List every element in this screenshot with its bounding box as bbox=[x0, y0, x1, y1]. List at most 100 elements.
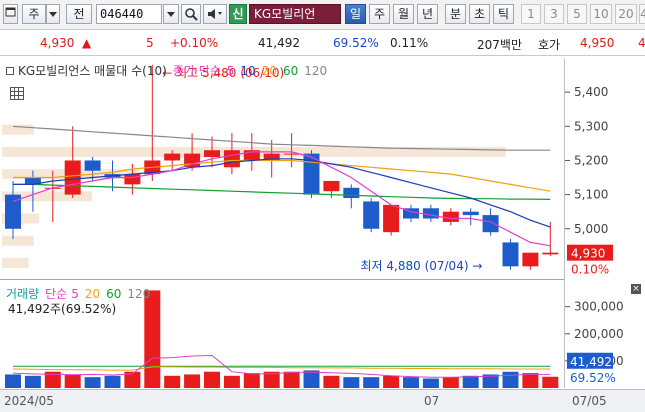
date-axis: 2024/05 07 07/05 bbox=[0, 389, 645, 412]
interval-button-1[interactable]: 1 bbox=[521, 4, 541, 24]
window-icon[interactable] bbox=[3, 4, 18, 24]
period-tab-tick[interactable]: 틱 bbox=[493, 4, 514, 24]
candle-body bbox=[363, 201, 380, 229]
chevron-down-icon bbox=[49, 12, 57, 17]
volume-bar bbox=[323, 375, 340, 388]
volume-bar bbox=[204, 371, 220, 388]
volume-axis-scale: 300,000200,000100,00041,49269.52% bbox=[565, 300, 624, 385]
code-dropdown-button[interactable] bbox=[163, 4, 179, 24]
date-label-mid: 07 bbox=[424, 394, 440, 408]
interval-button-3[interactable]: 3 bbox=[544, 4, 564, 24]
ma10-legend: 10 bbox=[240, 64, 256, 78]
jeon-button[interactable]: 전 bbox=[66, 4, 92, 24]
interval-button-20[interactable]: 20 bbox=[615, 4, 637, 24]
hoga-extra: 4 bbox=[638, 36, 645, 50]
search-button[interactable] bbox=[181, 4, 201, 24]
interval-button-more[interactable]: 4 bbox=[639, 4, 645, 24]
vol-ma5-legend: 5 bbox=[71, 287, 79, 301]
candle-body bbox=[84, 160, 101, 171]
market-dropdown-button[interactable] bbox=[46, 4, 60, 24]
candle-body bbox=[542, 252, 559, 255]
current-volume-pct: 69.52% bbox=[570, 371, 616, 385]
up-arrow-icon: ▲ bbox=[82, 36, 92, 50]
price-change-pct: +0.10% bbox=[170, 36, 219, 50]
vol-ma20-legend: 20 bbox=[84, 287, 101, 301]
turnover-ratio: 0.11% bbox=[390, 36, 429, 50]
candle-body bbox=[124, 174, 141, 185]
vol-ma-label: 단순 bbox=[45, 287, 68, 301]
volume-axis-label: 200,000 bbox=[574, 327, 624, 341]
sound-button[interactable] bbox=[203, 4, 227, 24]
vol-ma20-line bbox=[12, 366, 551, 371]
hoga-value: 4,950 bbox=[580, 36, 615, 50]
quote-row: 4,930 ▲ 5 +0.10% 41,492 69.52% 0.11% 207… bbox=[0, 31, 645, 56]
price-legend: KG모빌리언스 매물대 수(10) 종가 단순 5 10 20 60 120 bbox=[6, 62, 333, 79]
candle-body bbox=[442, 211, 459, 222]
volume-bar bbox=[5, 374, 21, 388]
volume-bar bbox=[542, 376, 559, 388]
ma120-legend: 120 bbox=[304, 64, 328, 78]
vol-ma120-legend: 120 bbox=[127, 287, 151, 301]
candle-body bbox=[502, 242, 519, 267]
grid-icon[interactable] bbox=[10, 87, 24, 100]
stock-name-label[interactable]: KG모빌리언 bbox=[249, 4, 341, 24]
price-axis-label: 5,100 bbox=[574, 188, 608, 202]
volume-title: 거래량 bbox=[6, 287, 40, 301]
volume-bar bbox=[522, 373, 539, 388]
volume-bar bbox=[84, 377, 101, 388]
price-chart[interactable]: ← 최고 5,480 (06/10)최저 4,880 (07/04) → bbox=[0, 58, 564, 280]
candle-body bbox=[223, 150, 240, 168]
current-price: 4,930 bbox=[40, 36, 75, 50]
volume-summary: 41,492주(69.52%) bbox=[8, 302, 117, 316]
volume-bar bbox=[363, 377, 380, 388]
price-change: 5 bbox=[146, 36, 154, 50]
volume-bar bbox=[24, 375, 41, 388]
price-axis: 5,400 5,300 5,200 5,100 5,000 4,930 0.10% bbox=[564, 58, 645, 281]
market-select[interactable]: 주 bbox=[22, 4, 46, 24]
candle-body bbox=[164, 153, 181, 161]
credit-badge[interactable]: 신 bbox=[229, 4, 247, 24]
price-axis-label: 5,200 bbox=[574, 153, 608, 167]
current-volume-label: 41,492 bbox=[570, 355, 612, 369]
volume-bar bbox=[283, 371, 300, 388]
ma60-legend: 60 bbox=[282, 64, 299, 78]
close-icon[interactable]: × bbox=[631, 284, 641, 294]
price-axis-label: 5,000 bbox=[574, 222, 608, 236]
volume-bar bbox=[164, 375, 181, 388]
candle-body bbox=[482, 215, 499, 233]
speaker-icon bbox=[208, 9, 222, 19]
candle-body bbox=[204, 150, 220, 158]
volume-bar bbox=[403, 377, 419, 388]
volume-profile-title: KG모빌리언스 매물대 수(10) bbox=[18, 64, 167, 78]
vol-ma60-legend: 60 bbox=[106, 287, 122, 301]
period-tab-day[interactable]: 일 bbox=[345, 4, 366, 24]
volume-bar bbox=[303, 370, 320, 388]
period-tab-year[interactable]: 년 bbox=[417, 4, 438, 24]
period-tab-second[interactable]: 초 bbox=[469, 4, 490, 24]
stock-code-input[interactable] bbox=[96, 4, 162, 24]
interval-button-10[interactable]: 10 bbox=[590, 4, 612, 24]
price-chart-panel[interactable]: ← 최고 5,480 (06/10) 최저 4,880 (07/04) → bbox=[0, 58, 564, 280]
hoga-label: 호가 bbox=[538, 38, 561, 52]
chart-toolbar: 주 전 신 KG모빌리언 일 주 월 년 분 초 틱 1 3 5 10 20 4 bbox=[0, 0, 645, 30]
volume-bar bbox=[462, 375, 479, 388]
period-tab-week[interactable]: 주 bbox=[369, 4, 390, 24]
date-label-end: 07/05 bbox=[572, 394, 607, 408]
search-icon bbox=[185, 8, 198, 21]
chevron-down-icon bbox=[167, 12, 175, 17]
ma120-line bbox=[12, 125, 551, 151]
current-pct-label: 0.10% bbox=[571, 263, 609, 277]
period-tab-minute[interactable]: 분 bbox=[445, 4, 466, 24]
volume-ratio: 69.52% bbox=[333, 36, 379, 50]
period-tab-month[interactable]: 월 bbox=[393, 4, 414, 24]
volume-axis-label: 300,000 bbox=[574, 300, 624, 314]
volume-bar bbox=[184, 374, 201, 388]
volume-bar bbox=[422, 378, 439, 388]
interval-button-5[interactable]: 5 bbox=[567, 4, 587, 24]
price-axis-scale: 5,400 5,300 5,200 5,100 5,000 4,930 0.10% bbox=[565, 85, 613, 277]
candle-body bbox=[422, 208, 439, 219]
candle-body bbox=[343, 187, 360, 199]
price-axis-label: 5,300 bbox=[574, 119, 608, 133]
candle-body bbox=[462, 211, 479, 216]
candle-body bbox=[323, 180, 340, 192]
